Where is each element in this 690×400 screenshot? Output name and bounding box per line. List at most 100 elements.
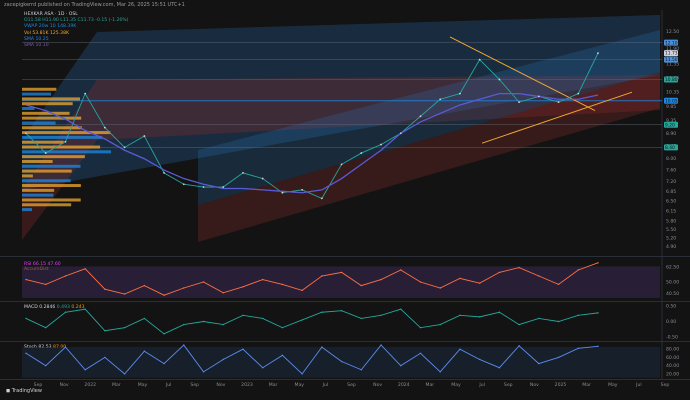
rsi-point xyxy=(64,275,67,277)
volume-profile-bar xyxy=(22,116,82,120)
stoch-point xyxy=(242,348,244,350)
price-point xyxy=(123,146,126,149)
stoch-point xyxy=(183,344,185,346)
price-point xyxy=(222,186,225,188)
macd-y-tick: 0.00 xyxy=(666,319,676,325)
stoch-point xyxy=(518,345,520,347)
y-tick-label: 6.85 xyxy=(666,189,676,195)
price-point xyxy=(498,78,501,81)
x-tick-label: Jul xyxy=(165,382,172,388)
stoch-point xyxy=(281,354,284,357)
price-tag-label: 8.40 xyxy=(665,145,675,151)
macd-y-tick: 0.50 xyxy=(666,304,676,310)
x-tick-label: May xyxy=(295,382,305,388)
x-tick-label: Sep xyxy=(347,382,356,388)
x-tick-label: Mar xyxy=(426,382,435,388)
x-tick-label: Jul xyxy=(322,382,329,388)
stoch-point xyxy=(45,364,47,367)
stoch-point xyxy=(143,350,146,352)
price-tag-label: 11.73 xyxy=(665,51,678,57)
stoch-point xyxy=(478,358,481,361)
price-point xyxy=(281,191,284,194)
x-tick-label: Jul xyxy=(635,382,642,388)
volume-profile-bar xyxy=(22,131,111,135)
rsi-point xyxy=(360,284,363,287)
rsi-point xyxy=(281,283,284,286)
stoch-y-tick: 80.00 xyxy=(666,347,679,353)
rsi-point xyxy=(301,289,303,292)
y-tick-label: 7.20 xyxy=(666,179,676,185)
x-tick-label: Nov xyxy=(530,382,539,388)
price-tag-label: 11.50 xyxy=(665,57,678,63)
tradingview-brand: ◼ TradingView xyxy=(6,388,42,394)
macd-point xyxy=(557,320,560,323)
rsi-point xyxy=(163,294,165,296)
price-tag-label: 10.05 xyxy=(665,98,678,104)
x-tick-label: Mar xyxy=(112,382,121,388)
rsi-point xyxy=(400,269,402,271)
rsi-point xyxy=(597,262,599,264)
rsi-point xyxy=(202,281,205,283)
rsi-point xyxy=(261,278,264,281)
macd-line xyxy=(25,308,599,335)
y-tick-label: 8.00 xyxy=(666,156,676,162)
macd-point xyxy=(301,319,303,321)
macd-point xyxy=(439,323,441,326)
chart-canvas[interactable]: 4.90 5.20 5.50 5.80 6.15 6.50 6.85 7.20 7.60 8.00… xyxy=(0,0,690,400)
x-tick-label: 2022 xyxy=(84,382,96,388)
rsi-point xyxy=(123,293,126,295)
x-tick-label: May xyxy=(138,382,148,388)
volume-profile-bar xyxy=(22,126,82,130)
y-tick-label: 4.90 xyxy=(666,244,676,250)
price-point xyxy=(182,183,185,186)
price-point xyxy=(242,171,244,174)
price-point xyxy=(577,92,580,95)
volume-profile-bar xyxy=(22,159,53,163)
stoch-point xyxy=(64,346,67,348)
stoch-point xyxy=(84,369,86,371)
macd-point xyxy=(202,320,205,323)
y-tick-label: 5.20 xyxy=(666,236,676,242)
macd-point xyxy=(459,314,461,317)
macd-point xyxy=(380,314,382,317)
price-point xyxy=(340,163,343,166)
stoch-point xyxy=(419,352,422,354)
price-point xyxy=(143,135,146,137)
macd-point xyxy=(518,323,520,326)
macd-point xyxy=(538,317,540,320)
price-point xyxy=(360,152,363,154)
x-tick-label: May xyxy=(451,382,461,388)
stoch-point xyxy=(340,360,343,363)
volume-profile-bar xyxy=(22,198,81,202)
price-point xyxy=(557,101,560,104)
macd-point xyxy=(281,326,284,329)
price-tag-label: 9.20 xyxy=(665,122,675,128)
stoch-point xyxy=(202,371,205,373)
tradingview-logo-icon: ◼ xyxy=(6,388,11,394)
x-tick-label: 2023 xyxy=(241,382,253,388)
rsi-y-tick: 40.50 xyxy=(666,291,679,297)
volume-profile-bar xyxy=(22,150,112,154)
price-point xyxy=(64,140,67,143)
price-point xyxy=(439,98,442,101)
y-tick-label: 5.50 xyxy=(666,227,676,233)
macd-point xyxy=(123,326,126,329)
rsi-point xyxy=(459,277,461,280)
rsi-point xyxy=(84,268,86,270)
stoch-point xyxy=(400,364,402,367)
volume-profile-bar xyxy=(22,97,81,101)
rsi-point xyxy=(183,287,185,289)
x-tick-label: Jul xyxy=(478,382,485,388)
stoch-point xyxy=(25,352,27,354)
volume-profile-bar xyxy=(22,140,64,144)
macd-point xyxy=(340,310,343,312)
price-point xyxy=(163,171,165,174)
stoch-point xyxy=(577,347,579,350)
macd-point xyxy=(64,311,67,313)
y-tick-label: 10.35 xyxy=(666,90,679,96)
rsi-point xyxy=(321,275,323,277)
stoch-point xyxy=(261,367,264,369)
macd-point xyxy=(400,308,402,310)
price-point xyxy=(84,92,87,95)
x-tick-label: Nov xyxy=(60,382,69,388)
